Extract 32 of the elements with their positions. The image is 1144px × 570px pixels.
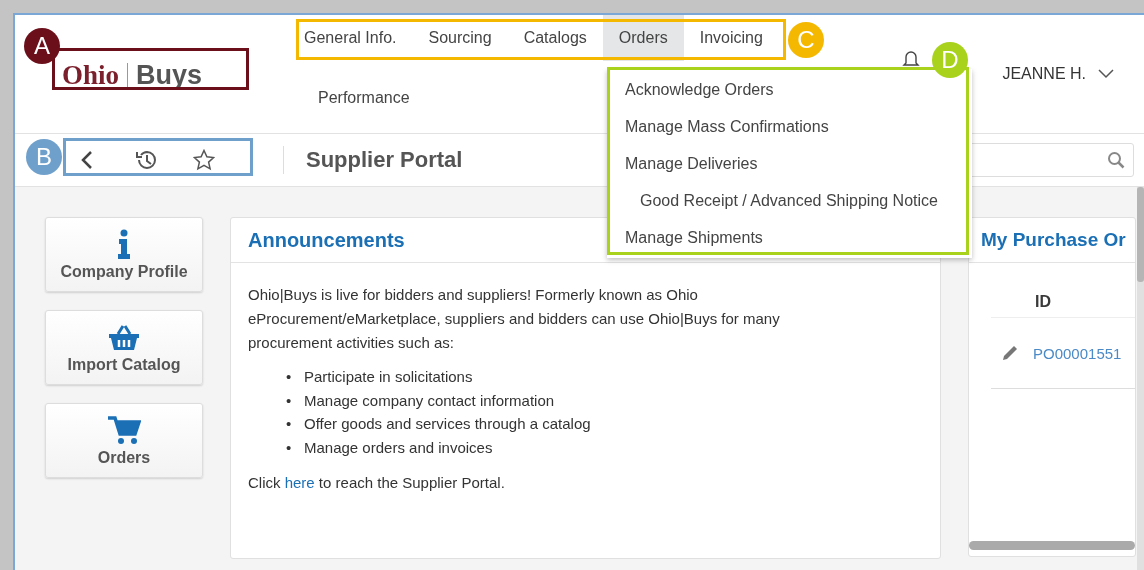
bullet-marker: • bbox=[286, 367, 293, 387]
logo-text: Ohio bbox=[62, 61, 120, 89]
page-title: Supplier Portal bbox=[306, 147, 463, 173]
closing-text: Click here to reach the Supplier Portal. bbox=[248, 473, 506, 493]
order-link[interactable]: PO00001551 bbox=[1033, 344, 1122, 362]
card-title: My Purchase Or bbox=[981, 229, 1126, 251]
column-header: ID bbox=[1035, 293, 1051, 310]
nav-tab[interactable]: Catalogs bbox=[507, 15, 603, 61]
nav-tab[interactable]: Sourcing bbox=[412, 15, 508, 61]
bullet-marker: • bbox=[286, 437, 293, 458]
announcement-text: Ohio|Buys is live for bidders and suppliers! Formerly known as Ohio eProcurement/eMarketplace, suppliers and bidders can use Ohio|Buys for many procurement activities such as: bbox=[248, 285, 781, 353]
menu-item[interactable]: Acknowledge Orders bbox=[623, 77, 776, 103]
bullet-marker: • bbox=[286, 414, 293, 434]
nav-tab[interactable]: General Info. bbox=[302, 15, 413, 61]
tile-button[interactable]: Orders bbox=[45, 403, 203, 478]
menu-item[interactable]: Manage Shipments bbox=[623, 225, 765, 251]
user-name[interactable]: JEANNE H. bbox=[1002, 65, 1086, 83]
bullet-item: Manage orders and invoices bbox=[304, 437, 493, 458]
bullet-item: Participate in solicitations bbox=[304, 367, 473, 387]
tile-button[interactable]: Company Profile bbox=[45, 217, 203, 292]
logo-text: Buys bbox=[136, 61, 203, 89]
menu-item[interactable]: Manage Deliveries bbox=[623, 151, 760, 177]
bullet-item: Offer goods and services through a catalog bbox=[304, 414, 591, 434]
menu-item[interactable]: Good Receipt / Advanced Shipping Notice bbox=[638, 188, 940, 214]
bullet-item: Manage company contact information bbox=[304, 390, 555, 411]
nav-tab[interactable]: Performance bbox=[302, 75, 426, 121]
bullet-marker: • bbox=[286, 390, 293, 411]
portal-link[interactable]: here bbox=[284, 474, 315, 491]
menu-item[interactable]: Manage Mass Confirmations bbox=[623, 114, 831, 140]
card-title: Announcements bbox=[248, 228, 405, 252]
nav-tab[interactable]: Invoicing bbox=[683, 15, 779, 61]
tile-button[interactable]: Import Catalog bbox=[45, 310, 203, 385]
